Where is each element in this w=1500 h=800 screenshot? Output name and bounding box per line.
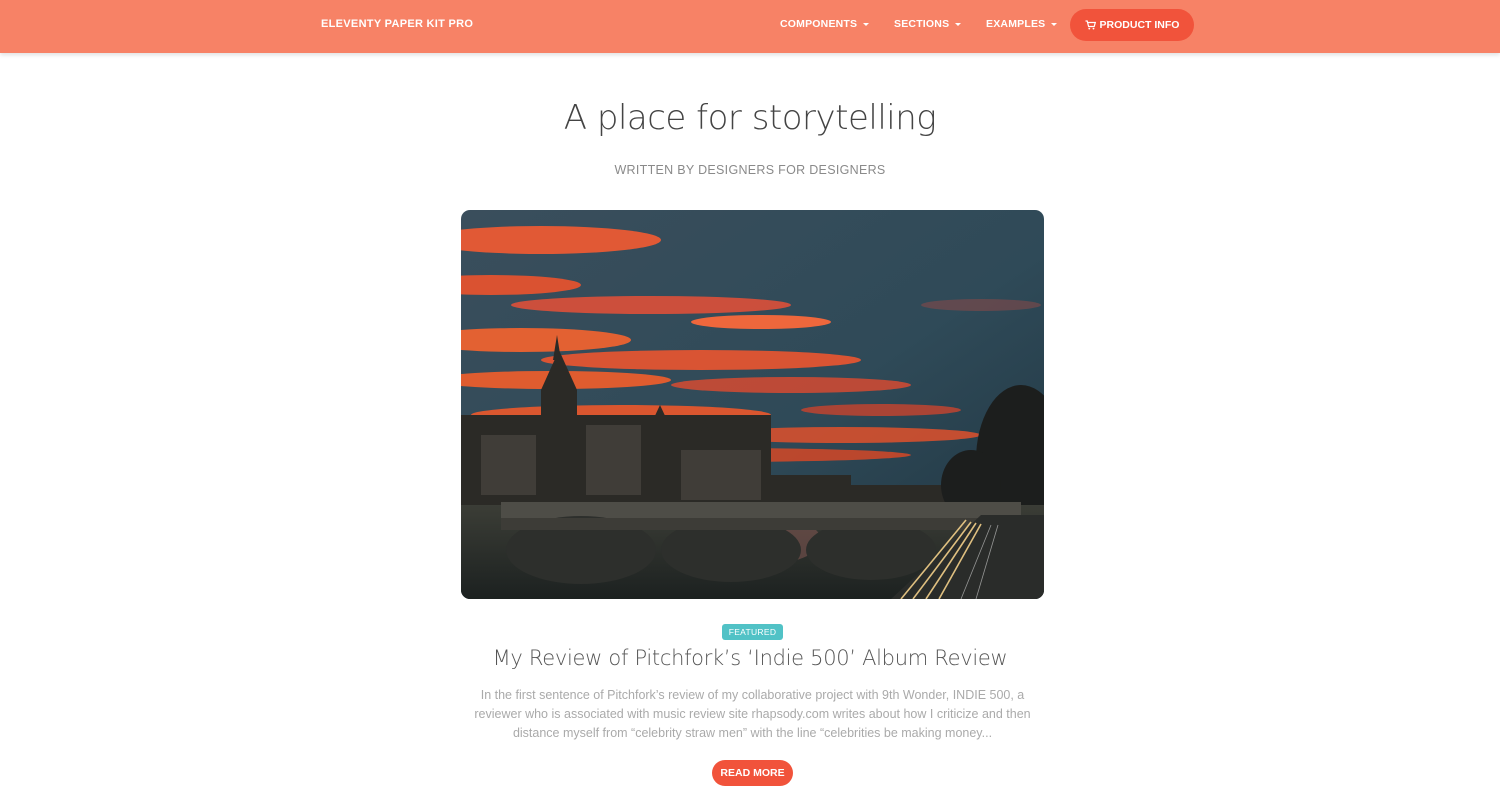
article-hero-image[interactable] — [461, 210, 1044, 599]
navbar: ELEVENTY PAPER KIT PRO COMPONENTS SECTIO… — [0, 0, 1500, 53]
cart-icon — [1085, 20, 1096, 30]
page-subtitle: WRITTEN BY DESIGNERS FOR DESIGNERS — [614, 163, 886, 177]
nav-sections-dropdown[interactable]: SECTIONS — [894, 18, 962, 30]
brand-link[interactable]: ELEVENTY PAPER KIT PRO — [321, 18, 473, 30]
read-more-button[interactable]: READ MORE — [712, 760, 793, 786]
nav-examples-dropdown[interactable]: EXAMPLES — [986, 18, 1058, 30]
article-excerpt: In the first sentence of Pitchfork’s rev… — [474, 688, 1031, 740]
nav-examples-label: EXAMPLES — [986, 18, 1046, 30]
product-info-button[interactable]: PRODUCT INFO — [1070, 9, 1194, 41]
nav-components-label: COMPONENTS — [780, 18, 858, 30]
nav-sections-label: SECTIONS — [894, 18, 950, 30]
caret-down-icon — [1051, 23, 1058, 26]
caret-down-icon — [863, 23, 870, 26]
featured-badge: FEATURED — [722, 624, 783, 640]
product-info-label: PRODUCT INFO — [1099, 19, 1180, 31]
article-title[interactable]: My Review of Pitchfork’s ‘Indie 500’ Alb… — [0, 646, 1500, 670]
caret-down-icon — [955, 23, 962, 26]
nav-components-dropdown[interactable]: COMPONENTS — [780, 18, 870, 30]
page-title: A place for storytelling — [563, 98, 937, 138]
